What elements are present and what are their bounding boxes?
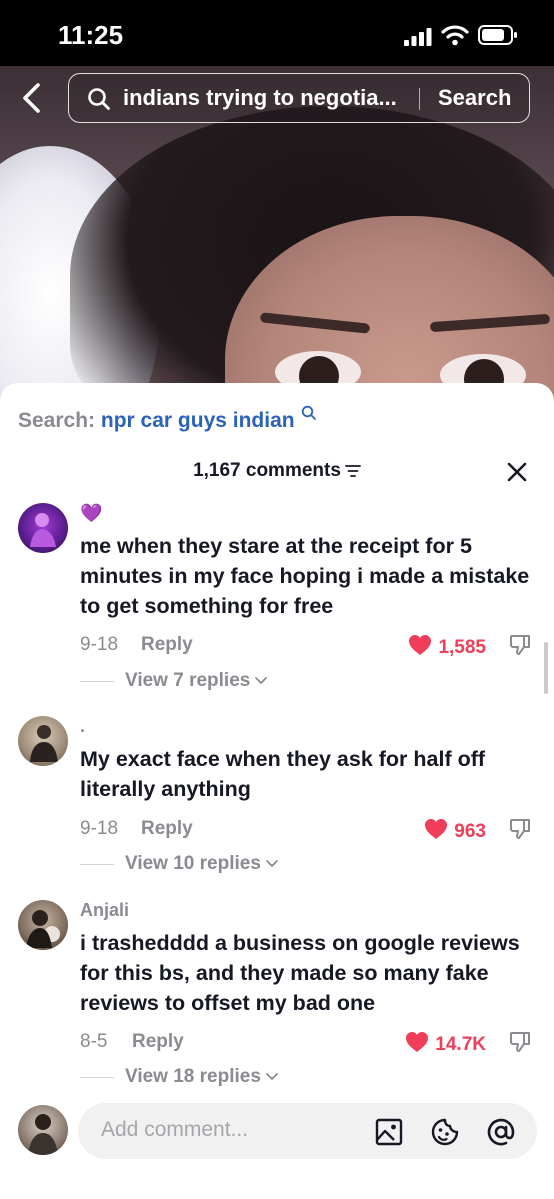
comment-username[interactable]: Anjali	[80, 900, 129, 921]
comment-text: i trashedddd a business on google review…	[80, 931, 520, 1015]
emoji-icon[interactable]	[430, 1117, 460, 1147]
like-count: 1,585	[438, 637, 486, 658]
image-icon[interactable]	[374, 1117, 404, 1147]
view-replies-button[interactable]: View 18 replies	[125, 1066, 279, 1088]
replies-divider	[80, 864, 114, 865]
dislike-icon[interactable]	[508, 633, 532, 657]
search-icon	[88, 88, 110, 110]
replies-divider	[80, 681, 114, 682]
reply-button[interactable]: Reply	[141, 634, 193, 656]
comment-text: me when they stare at the receipt for 5 …	[80, 534, 530, 618]
reply-button[interactable]: Reply	[132, 1031, 184, 1053]
comment-input-placeholder[interactable]: Add comment...	[101, 1118, 248, 1142]
comment-text: My exact face when they ask for half off…	[80, 747, 486, 801]
avatar-figure	[30, 725, 58, 762]
like-count: 963	[454, 821, 486, 842]
reply-button[interactable]: Reply	[141, 818, 193, 840]
like-count: 14.7K	[435, 1034, 486, 1055]
related-search-label: Search:	[18, 409, 96, 432]
view-replies-button[interactable]: View 10 replies	[125, 853, 279, 875]
avatar-figure	[30, 513, 56, 547]
comment-date: 8-5	[80, 1031, 108, 1052]
replies-divider	[80, 1077, 114, 1078]
like-button[interactable]: 963	[356, 818, 486, 843]
comments-count-label: 1,167 comments	[193, 460, 341, 481]
search-query[interactable]: indians trying to negotia...	[123, 85, 397, 111]
search-button[interactable]: Search	[438, 85, 511, 111]
search-bar[interactable]: indians trying to negotia... Search	[68, 73, 530, 123]
comment-input[interactable]: Add comment...	[78, 1103, 537, 1159]
avatar-figure	[26, 910, 60, 948]
comment-username[interactable]: .	[80, 716, 85, 737]
chevron-down-icon	[266, 1073, 278, 1081]
dislike-icon[interactable]	[508, 817, 532, 841]
cellular-signal-icon	[404, 28, 432, 46]
back-icon[interactable]	[16, 80, 48, 116]
scrollbar[interactable]	[544, 642, 548, 694]
heart-icon	[409, 635, 432, 655]
view-replies-label: View 7 replies	[125, 670, 251, 691]
close-icon[interactable]	[506, 461, 528, 483]
battery-icon	[478, 25, 517, 45]
dislike-icon[interactable]	[508, 1030, 532, 1054]
view-replies-button[interactable]: View 7 replies	[125, 670, 268, 692]
related-search-term[interactable]: npr car guys indian	[101, 409, 295, 432]
wifi-icon	[441, 25, 469, 46]
comment-date: 9-18	[80, 634, 119, 655]
comments-count[interactable]: 1,167 comments	[0, 460, 554, 482]
mention-icon[interactable]	[486, 1117, 516, 1147]
related-search[interactable]: Search: npr car guys indian	[18, 405, 317, 433]
view-replies-label: View 18 replies	[125, 1066, 261, 1087]
comment-date: 9-18	[80, 818, 119, 839]
avatar-figure	[28, 1114, 58, 1155]
avatar[interactable]	[18, 716, 68, 766]
sort-icon[interactable]	[345, 464, 361, 478]
status-bar: 11:25	[0, 0, 554, 70]
comments-sheet: Search: npr car guys indian 1,167 commen…	[0, 383, 554, 1199]
chevron-down-icon	[266, 860, 278, 868]
search-divider	[419, 88, 420, 110]
avatar[interactable]	[18, 900, 68, 950]
search-icon	[302, 405, 317, 420]
comment-username[interactable]: 💜	[80, 503, 102, 524]
heart-icon	[406, 1032, 429, 1052]
like-button[interactable]: 14.7K	[356, 1031, 486, 1056]
current-user-avatar	[18, 1105, 68, 1155]
like-button[interactable]: 1,585	[356, 634, 486, 659]
heart-icon	[425, 819, 448, 839]
status-time: 11:25	[58, 20, 124, 50]
avatar[interactable]	[18, 503, 68, 553]
chevron-down-icon	[255, 677, 268, 685]
view-replies-label: View 10 replies	[125, 853, 261, 874]
